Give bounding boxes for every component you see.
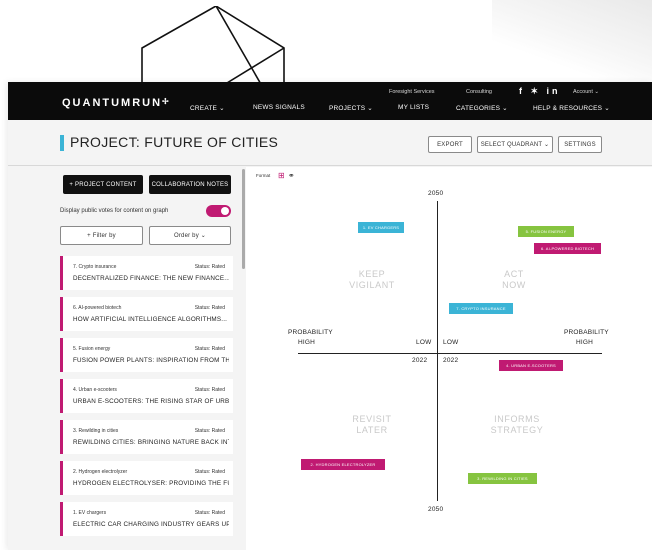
content-card[interactable]: 4. Urban e-scooters Status: Rated URBAN … — [60, 379, 233, 413]
export-button[interactable]: EXPORT — [428, 136, 472, 153]
nav-my-lists[interactable]: MY LISTS — [398, 104, 429, 111]
quadrant-label-line: NOW — [502, 280, 526, 290]
settings-button[interactable]: SETTINGS — [558, 136, 602, 153]
right-axis-high: HIGH — [576, 339, 594, 346]
content-card[interactable]: 3. Rewilding in cities Status: Rated REW… — [60, 420, 233, 454]
collaboration-notes-button[interactable]: COLLABORATION NOTES — [149, 175, 231, 194]
top-year-label: 2050 — [428, 190, 444, 197]
add-project-content-button[interactable]: + PROJECT CONTENT — [63, 175, 143, 194]
right-axis-label: PROBABILITY — [564, 329, 609, 336]
nav-help-resources[interactable]: HELP & RESOURCES ⌄ — [533, 104, 610, 112]
tag-ev-chargers[interactable]: 1. EV CHARGERS — [358, 222, 404, 233]
page-title: PROJECT: FUTURE OF CITIES — [70, 134, 279, 150]
nav-account[interactable]: Account ⌄ — [573, 89, 599, 95]
low-label-right: LOW — [443, 339, 459, 346]
quadrant-revisit-later: REVISIT LATER — [342, 414, 402, 436]
vertical-axis — [437, 201, 438, 501]
order-by-dropdown[interactable]: Order by ⌄ — [149, 226, 231, 245]
nav-foresight-services[interactable]: Foresight Services — [389, 89, 435, 95]
content-card[interactable]: 5. Fusion energy Status: Rated FUSION PO… — [60, 338, 233, 372]
tag-hydrogen-electrolyzer[interactable]: 2. HYDROGEN ELECTROLYZER — [301, 459, 385, 470]
card-index-label: 6. AI-powered biotech — [73, 305, 122, 311]
card-index-label: 1. EV chargers — [73, 510, 107, 516]
project-header: PROJECT: FUTURE OF CITIES EXPORT SELECT … — [8, 120, 652, 166]
quadrant-label-line: ACT — [504, 269, 524, 279]
tag-urban-e-scooters[interactable]: 4. URBAN E-SCOOTERS — [499, 360, 563, 371]
card-status: Status: Rated — [194, 346, 225, 352]
social-icons[interactable]: f ✶ in — [519, 86, 561, 97]
content-card[interactable]: 1. EV chargers Status: Rated ELECTRIC CA… — [60, 502, 233, 536]
card-title: FUSION POWER PLANTS: INSPIRATION FROM TH… — [73, 357, 229, 364]
card-index-label: 3. Rewilding in cities — [73, 428, 119, 434]
quadrant-label-line: VIGILANT — [349, 280, 395, 290]
nav-news-signals[interactable]: NEWS SIGNALS — [253, 104, 305, 111]
format-grid-icon[interactable]: ⊞ — [278, 172, 285, 180]
tag-rewilding-in-cities[interactable]: 3. REWILDING IN CITIES — [468, 473, 537, 484]
nav-create[interactable]: CREATE ⌄ — [190, 104, 225, 112]
content-card[interactable]: 6. AI-powered biotech Status: Rated HOW … — [60, 297, 233, 331]
horizontal-axis — [298, 353, 602, 354]
hero-shade — [492, 0, 652, 84]
card-title: ELECTRIC CAR CHARGING INDUSTRY GEARS UP.… — [73, 521, 229, 528]
card-status: Status: Rated — [194, 305, 225, 311]
tag-ai-powered-biotech[interactable]: 6. AI-POWERED BIOTECH — [534, 243, 601, 254]
hero-background — [0, 0, 652, 86]
nav-consulting[interactable]: Consulting — [466, 89, 492, 95]
brand-logo[interactable]: QUANTUMRUN✢ — [62, 97, 171, 109]
public-votes-label: Display public votes for content on grap… — [60, 208, 169, 214]
quadrant-keep-vigilant: KEEP VIGILANT — [342, 269, 402, 291]
app-window: QUANTUMRUN✢ CREATE ⌄ NEWS SIGNALS PROJEC… — [8, 82, 652, 550]
year-label-left: 2022 — [412, 357, 428, 364]
quadrant-label-line: KEEP — [358, 269, 386, 279]
card-status: Status: Rated — [194, 387, 225, 393]
left-axis-high: HIGH — [298, 339, 316, 346]
card-status: Status: Rated — [194, 510, 225, 516]
quadrant-act-now: ACT NOW — [484, 269, 544, 291]
nav-categories[interactable]: CATEGORIES ⌄ — [456, 104, 508, 112]
content-sidebar: + PROJECT CONTENT COLLABORATION NOTES Di… — [8, 167, 246, 550]
filter-by-button[interactable]: + Filter by — [60, 226, 143, 245]
card-title: URBAN E-SCOOTERS: THE RISING STAR OF URB… — [73, 398, 229, 405]
card-title: DECENTRALIZED FINANCE: THE NEW FINANCE..… — [73, 275, 229, 282]
year-label-right: 2022 — [443, 357, 459, 364]
left-axis-label: PROBABILITY — [288, 329, 333, 336]
quadrant-informs-strategy: INFORMS STRATEGY — [482, 414, 552, 436]
public-votes-toggle[interactable] — [206, 205, 231, 217]
quadrant-label-line: STRATEGY — [490, 425, 544, 435]
title-accent-bar — [60, 135, 64, 151]
tag-fusion-energy[interactable]: 5. FUSION ENERGY — [518, 226, 574, 237]
card-index-label: 2. Hydrogen electrolyzer — [73, 469, 128, 475]
cube-logo-graphic — [141, 6, 285, 86]
content-card[interactable]: 2. Hydrogen electrolyzer Status: Rated H… — [60, 461, 233, 495]
card-title: HOW ARTIFICIAL INTELLIGENCE ALGORITHMS..… — [73, 316, 228, 323]
format-venn-icon[interactable]: ⚭ — [288, 172, 295, 180]
quadrant-graph: Format ⊞ ⚭ 2050 2050 PROBABILITY HIGH PR… — [246, 167, 652, 550]
card-status: Status: Rated — [194, 428, 225, 434]
top-nav: QUANTUMRUN✢ CREATE ⌄ NEWS SIGNALS PROJEC… — [8, 82, 652, 120]
quadrant-label-line: REVISIT — [352, 414, 392, 424]
quadrant-label-line: INFORMS — [494, 414, 540, 424]
card-index-label: 5. Fusion energy — [73, 346, 111, 352]
card-index-label: 7. Crypto insurance — [73, 264, 117, 270]
card-index-label: 4. Urban e-scooters — [73, 387, 117, 393]
toggle-knob — [221, 207, 229, 215]
format-label: Format — [256, 173, 271, 178]
nav-projects[interactable]: PROJECTS ⌄ — [329, 104, 373, 112]
tag-crypto-insurance[interactable]: 7. CRYPTO INSURANCE — [449, 303, 513, 314]
card-status: Status: Rated — [194, 264, 225, 270]
card-status: Status: Rated — [194, 469, 225, 475]
content-card[interactable]: 7. Crypto insurance Status: Rated DECENT… — [60, 256, 233, 290]
quadrant-label-line: LATER — [356, 425, 388, 435]
card-title: HYDROGEN ELECTROLYSER: PROVIDING THE FUE… — [73, 480, 229, 487]
card-title: REWILDING CITIES: BRINGING NATURE BACK I… — [73, 439, 229, 446]
low-label-left: LOW — [416, 339, 432, 346]
bottom-year-label: 2050 — [428, 506, 444, 513]
select-quadrant-dropdown[interactable]: SELECT QUADRANT ⌄ — [477, 136, 553, 153]
sidebar-scrollbar[interactable] — [242, 169, 245, 269]
